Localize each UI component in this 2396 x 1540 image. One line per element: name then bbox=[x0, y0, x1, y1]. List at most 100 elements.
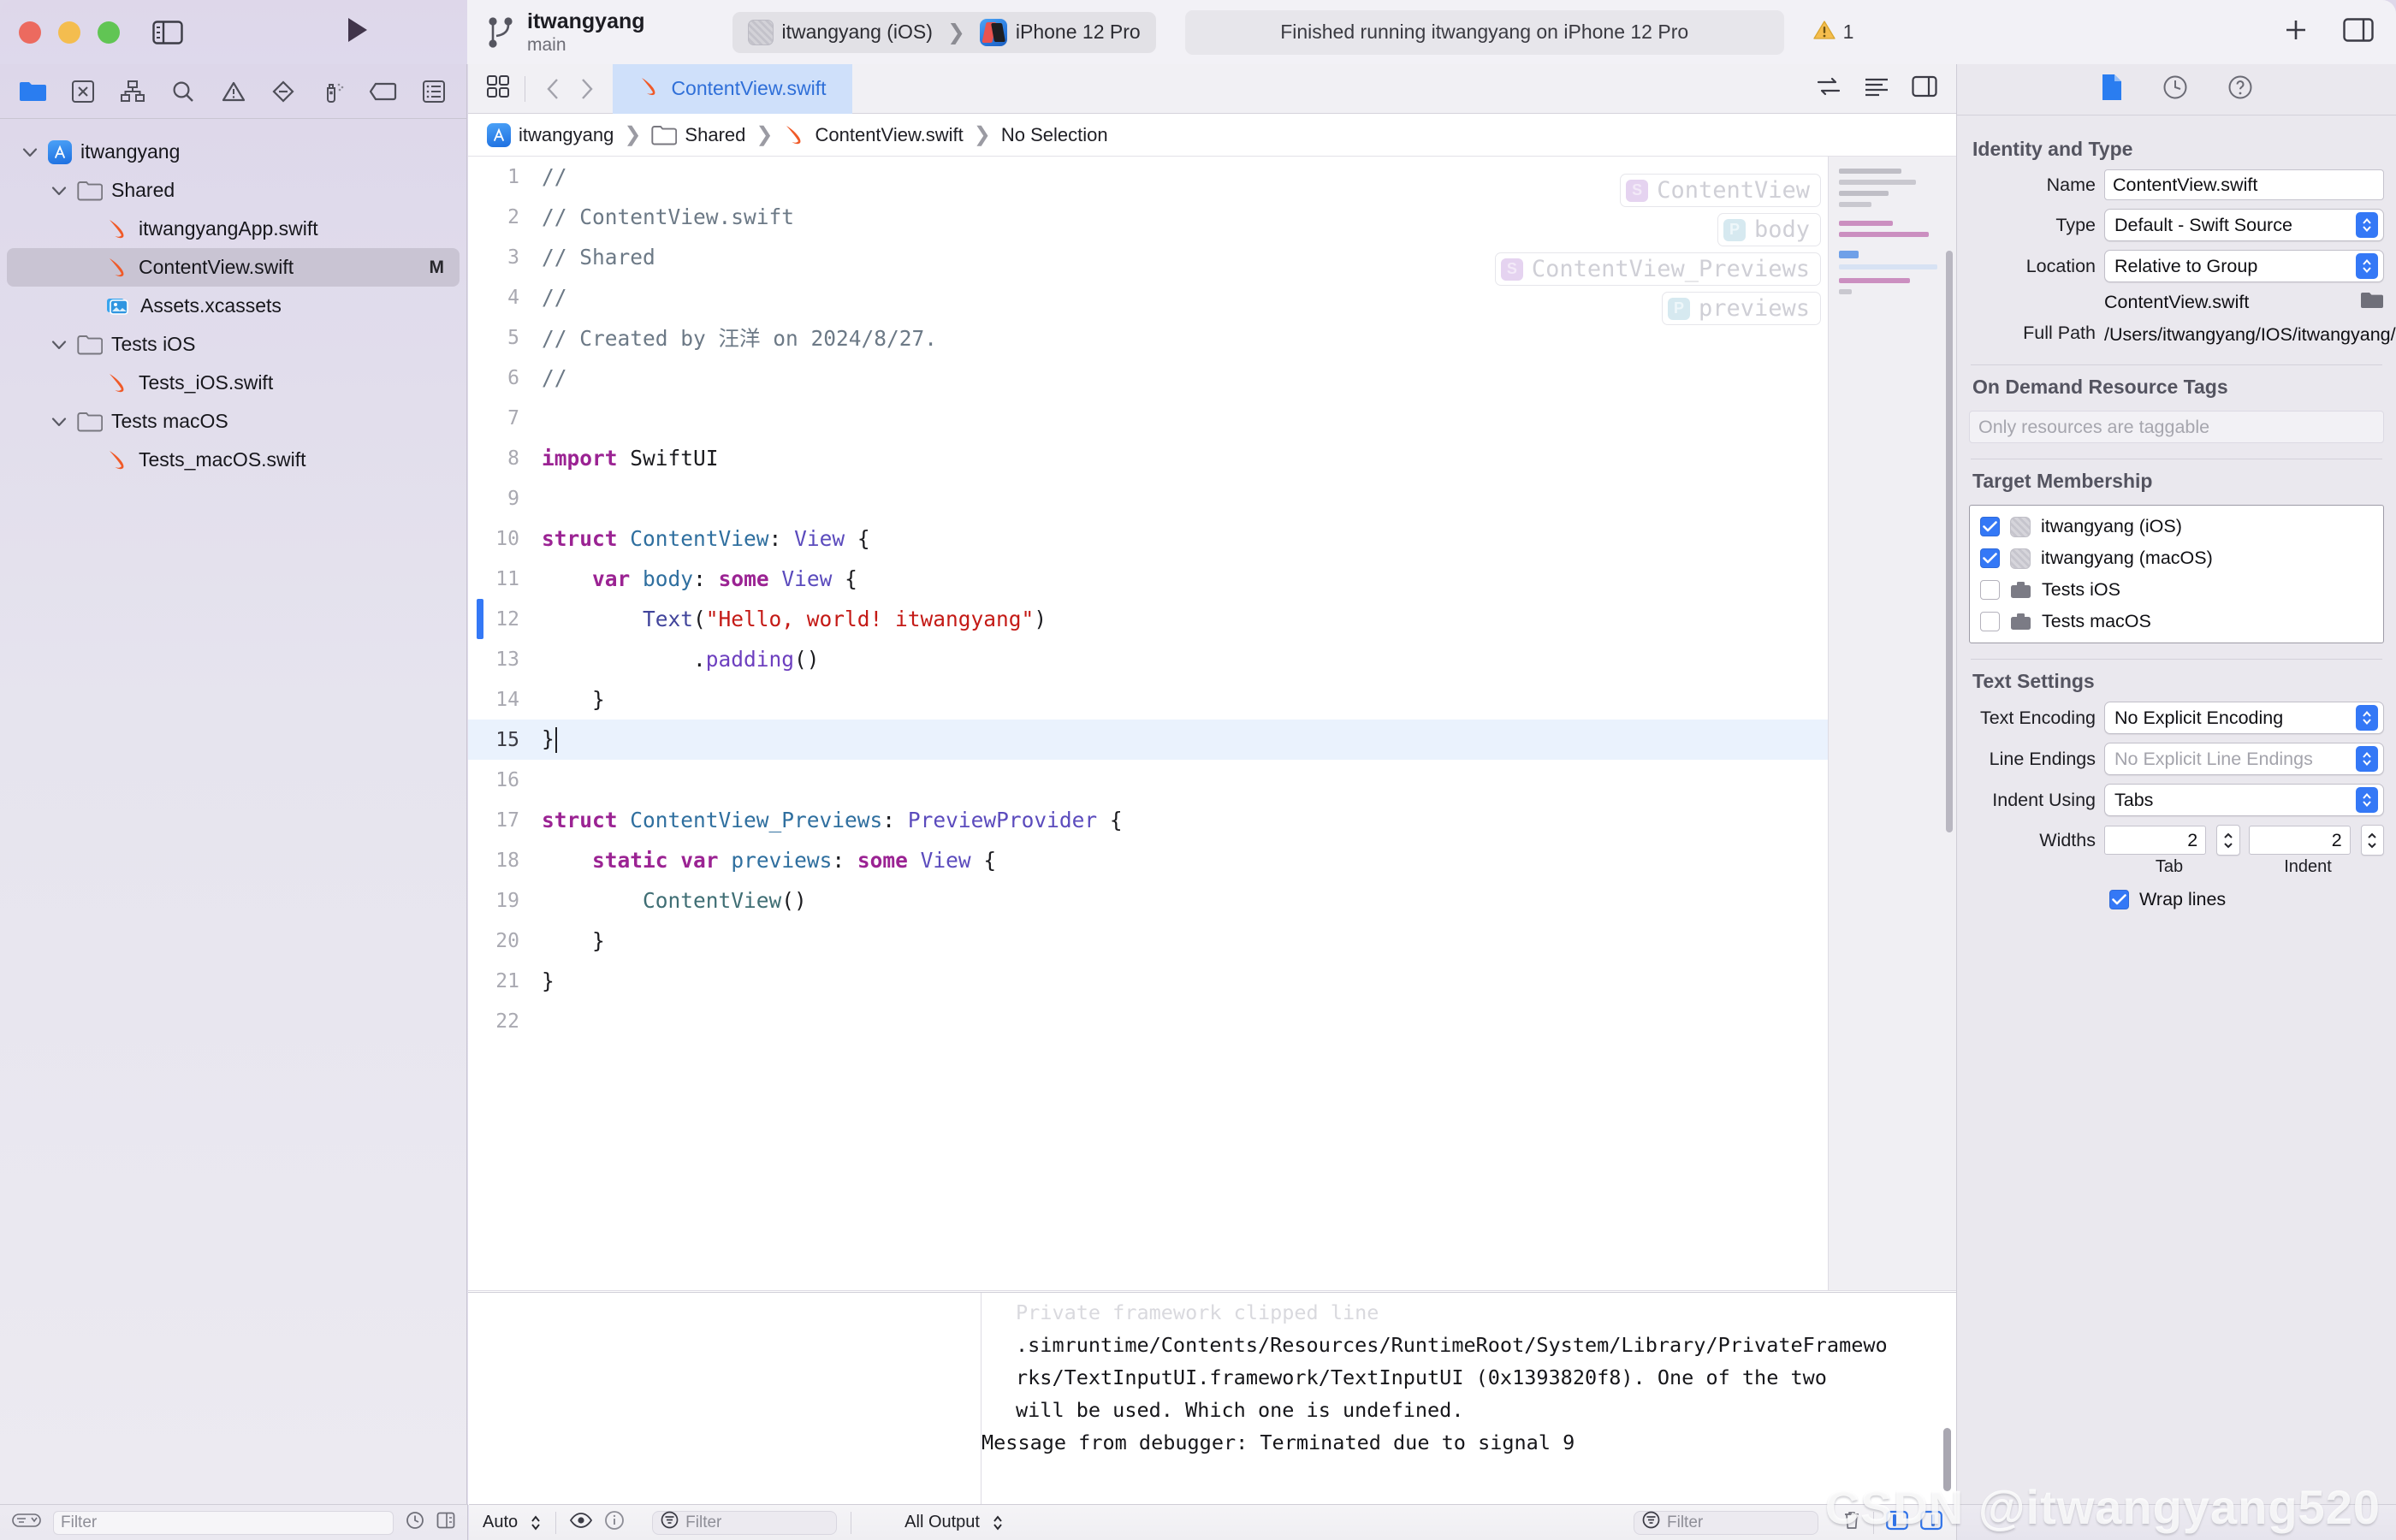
code-line-3[interactable]: 3 // Shared bbox=[468, 237, 1956, 277]
document-icon[interactable] bbox=[2101, 74, 2123, 105]
console-output[interactable]: Private framework clipped line .simruntim… bbox=[982, 1293, 1956, 1505]
editor-tab-contentview[interactable]: ContentView.swift bbox=[613, 63, 852, 114]
tree-item-itwangyangapp-swift[interactable]: itwangyangApp.swift bbox=[7, 210, 460, 248]
code-line-2[interactable]: 2 // ContentView.swift bbox=[468, 197, 1956, 237]
tree-item-itwangyang[interactable]: itwangyang bbox=[7, 133, 460, 171]
console-filter-input[interactable]: Filter bbox=[1634, 1510, 1818, 1535]
go-forward-icon[interactable] bbox=[572, 74, 601, 104]
scheme-destination-selector[interactable]: itwangyang (iOS) ❯ iPhone 12 Pro bbox=[732, 11, 1156, 53]
breadcrumb-item-2[interactable]: ContentView.swift bbox=[783, 123, 964, 147]
output-scope-selector[interactable]: All Output bbox=[891, 1505, 1017, 1540]
issue-navigator-tab[interactable] bbox=[215, 73, 252, 110]
console-scrollbar[interactable] bbox=[1943, 1428, 1951, 1491]
code-line-1[interactable]: 1 // bbox=[468, 157, 1956, 197]
code-editor[interactable]: 1 // 2 // ContentView.swift 3 // Shared 4 // 5 //… bbox=[468, 157, 1956, 1290]
navigator-filter-input[interactable]: Filter bbox=[53, 1510, 394, 1535]
trash-icon[interactable] bbox=[1842, 1510, 1861, 1536]
wrap-lines-row[interactable]: Wrap lines bbox=[2109, 889, 2396, 910]
code-line-14[interactable]: 14 } bbox=[468, 679, 1956, 720]
report-navigator-tab[interactable] bbox=[415, 73, 453, 110]
disclosure-triangle-icon[interactable] bbox=[21, 143, 39, 162]
folder-choose-icon[interactable] bbox=[2360, 291, 2384, 314]
split-left-icon[interactable] bbox=[1886, 1510, 1908, 1536]
activity-status-bar[interactable]: Finished running itwangyang on iPhone 12… bbox=[1184, 9, 1784, 55]
eye-icon[interactable] bbox=[570, 1512, 593, 1533]
code-line-12[interactable]: 12 Text("Hello, world! itwangyang") bbox=[468, 599, 1956, 639]
tab-width-stepper[interactable] bbox=[2216, 825, 2240, 856]
code-review-icon[interactable] bbox=[1816, 76, 1841, 101]
add-editor-icon[interactable] bbox=[1912, 75, 1937, 102]
adjust-editor-icon[interactable] bbox=[1864, 76, 1889, 101]
variables-scope-selector[interactable]: Auto bbox=[469, 1505, 555, 1540]
code-line-11[interactable]: 11 var body: some View { bbox=[468, 559, 1956, 599]
line-endings-popup[interactable]: No Explicit Line Endings bbox=[2104, 743, 2384, 775]
code-lines[interactable]: 1 // 2 // ContentView.swift 3 // Shared 4 // 5 //… bbox=[468, 157, 1956, 1041]
target-checkbox[interactable] bbox=[1980, 548, 2000, 568]
code-line-21[interactable]: 21} bbox=[468, 961, 1956, 1001]
zoom-window-button[interactable] bbox=[98, 21, 120, 44]
code-line-8[interactable]: 8 import SwiftUI bbox=[468, 438, 1956, 478]
indent-width-input[interactable]: 2 bbox=[2248, 826, 2351, 855]
window-controls[interactable] bbox=[19, 21, 120, 44]
run-play-icon[interactable] bbox=[346, 16, 370, 48]
editor-scrollbar[interactable] bbox=[1946, 251, 1953, 832]
disclosure-triangle-icon[interactable] bbox=[50, 412, 68, 431]
indent-width-stepper[interactable] bbox=[2360, 825, 2384, 856]
tree-item-tests-macos-swift[interactable]: Tests_macOS.swift bbox=[7, 441, 460, 479]
code-line-18[interactable]: 18 static var previews: some View { bbox=[468, 840, 1956, 880]
debug-navigator-tab[interactable] bbox=[315, 73, 353, 110]
breadcrumb-item-1[interactable]: Shared bbox=[651, 124, 745, 146]
project-title-block[interactable]: itwangyang main bbox=[527, 9, 645, 56]
file-location-popup[interactable]: Relative to Group bbox=[2104, 250, 2384, 282]
close-window-button[interactable] bbox=[19, 21, 41, 44]
tree-item-tests-macos[interactable]: Tests macOS bbox=[7, 402, 460, 441]
target-membership-item[interactable]: itwangyang (macOS) bbox=[1970, 542, 2383, 574]
disclosure-triangle-icon[interactable] bbox=[50, 181, 68, 200]
navigator-filter-scope-icon[interactable] bbox=[12, 1512, 41, 1533]
code-line-10[interactable]: 10 struct ContentView: View { bbox=[468, 518, 1956, 559]
breadcrumb-item-0[interactable]: itwangyang bbox=[487, 122, 614, 147]
tab-width-input[interactable]: 2 bbox=[2104, 826, 2207, 855]
editor-minimap[interactable] bbox=[1828, 157, 1956, 1290]
inspector-toggle-icon[interactable] bbox=[2343, 17, 2374, 47]
plus-icon[interactable] bbox=[2283, 17, 2309, 47]
navigator-sourcecontrol-icon[interactable] bbox=[436, 1511, 455, 1534]
find-navigator-tab[interactable] bbox=[164, 73, 202, 110]
code-line-7[interactable]: 7 bbox=[468, 398, 1956, 438]
target-membership-item[interactable]: Tests macOS bbox=[1970, 606, 2383, 637]
disclosure-triangle-icon[interactable] bbox=[50, 335, 68, 354]
file-type-popup[interactable]: Default - Swift Source bbox=[2104, 209, 2384, 241]
variables-view[interactable] bbox=[468, 1293, 982, 1505]
go-back-icon[interactable] bbox=[539, 74, 568, 104]
wrap-lines-checkbox[interactable] bbox=[2109, 890, 2129, 909]
code-line-6[interactable]: 6 // bbox=[468, 358, 1956, 398]
tree-item-shared[interactable]: Shared bbox=[7, 171, 460, 210]
code-line-13[interactable]: 13 .padding() bbox=[468, 639, 1956, 679]
variables-filter-input[interactable]: Filter bbox=[652, 1510, 838, 1535]
split-right-icon[interactable] bbox=[1920, 1510, 1942, 1536]
related-items-icon[interactable] bbox=[485, 74, 511, 104]
breakpoint-navigator-tab[interactable] bbox=[365, 73, 402, 110]
target-membership-item[interactable]: Tests iOS bbox=[1970, 574, 2383, 606]
code-line-19[interactable]: 19 ContentView() bbox=[468, 880, 1956, 921]
test-navigator-tab[interactable] bbox=[264, 73, 302, 110]
info-circle-icon[interactable] bbox=[604, 1510, 625, 1536]
code-line-20[interactable]: 20 } bbox=[468, 921, 1956, 961]
code-line-5[interactable]: 5 // Created by 汪洋 on 2024/8/27. bbox=[468, 317, 1956, 358]
tree-item-tests-ios[interactable]: Tests iOS bbox=[7, 325, 460, 364]
code-line-4[interactable]: 4 // bbox=[468, 277, 1956, 317]
navigator-recent-icon[interactable] bbox=[406, 1511, 424, 1534]
tree-item-contentview-swift[interactable]: ContentView.swift M bbox=[7, 248, 460, 287]
file-name-input[interactable]: ContentView.swift bbox=[2104, 169, 2384, 200]
target-membership-item[interactable]: itwangyang (iOS) bbox=[1970, 511, 2383, 542]
clock-icon[interactable] bbox=[2162, 74, 2188, 104]
tree-item-tests-ios-swift[interactable]: Tests_iOS.swift bbox=[7, 364, 460, 402]
target-checkbox[interactable] bbox=[1980, 517, 2000, 536]
code-line-15[interactable]: 15} bbox=[468, 720, 1956, 760]
question-circle-icon[interactable] bbox=[2227, 74, 2253, 104]
target-checkbox[interactable] bbox=[1980, 612, 2000, 631]
sidebar-toggle-icon[interactable] bbox=[152, 20, 183, 45]
tree-item-assets-xcassets[interactable]: Assets.xcassets bbox=[7, 287, 460, 325]
symbol-navigator-tab[interactable] bbox=[114, 73, 151, 110]
text-encoding-popup[interactable]: No Explicit Encoding bbox=[2104, 702, 2384, 734]
